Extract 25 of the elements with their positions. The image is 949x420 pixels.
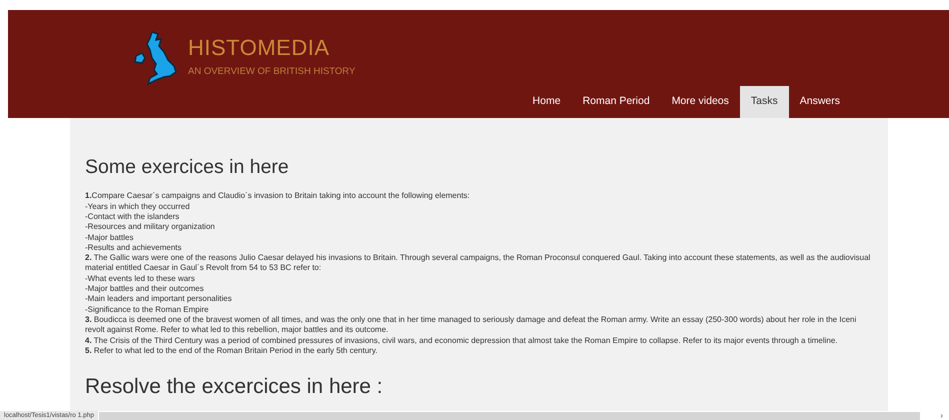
- exercise-text: 5. Refer to what led to the end of the Roman Britain Period in the early 5th century.: [85, 346, 378, 356]
- nav-tab[interactable]: More videos: [660, 86, 740, 118]
- nav-tab[interactable]: Tasks: [740, 86, 789, 118]
- section-heading: Resolve the excercices in here :: [85, 374, 384, 400]
- nav-tab[interactable]: Home: [522, 86, 572, 118]
- exercise-text: -Major battles: [85, 232, 134, 243]
- scrollbar[interactable]: [98, 412, 920, 420]
- exercise-text: -Significance to the Roman Empire: [85, 304, 210, 315]
- exercise-text: -Results and achievements: [85, 242, 182, 254]
- site-subtitle: AN OVERVIEW OF BRITISH HISTORY: [188, 64, 356, 79]
- exercise-text: 2. The Gallic wars were one of the reasons Julio Caesar delayed his invasions to Britain. Through several campaigns, the Roman Proconsul conquered Gaul. Taking into account these statements, as well as the audiovisual material entitled Caesar in Gaul´s Revolt from 54 to 53 BC refer to:: [85, 253, 872, 274]
- section-heading: Some exercices in here: [85, 156, 290, 180]
- nav-tab[interactable]: Answers: [788, 86, 851, 118]
- exercise-text: -Contact with the islanders: [85, 212, 180, 222]
- exercise-text: -Resources and military organization: [85, 222, 216, 233]
- exercise-text: -Major battles and their outcomes: [85, 284, 205, 294]
- exercise-text: -Years in which they occurred: [85, 202, 191, 212]
- exercise-text: -What events led to these wars: [85, 274, 196, 284]
- exercise-text: -Main leaders and important personalities: [85, 294, 233, 305]
- site-title: HISTOMEDIA: [188, 36, 331, 59]
- exercise-text: 4. The Crisis of the Third Century was a period of combined pressures of invasions, civil wars, and economic depression that almost take the Roman Empire to collapse. Refer to its major events through a timeline.: [85, 336, 839, 346]
- nav-tab[interactable]: Roman Period: [572, 86, 661, 118]
- exercise-text: 1.Compare Caesar´s campaigns and Claudio´s invasion to Britain taking into account the following elements:: [85, 191, 471, 202]
- scroll-arrow[interactable]: ›: [940, 412, 943, 420]
- exercise-text: 3. Boudicca is deemed one of the bravest women of all times, and was the only one that in her time managed to seriously damage and defeat the Roman army. Write an essay (250-300 words) about her role in the Iceni revolt against Rome. Refer to what led to this rebellion, major battles and its outcome.: [85, 314, 858, 336]
